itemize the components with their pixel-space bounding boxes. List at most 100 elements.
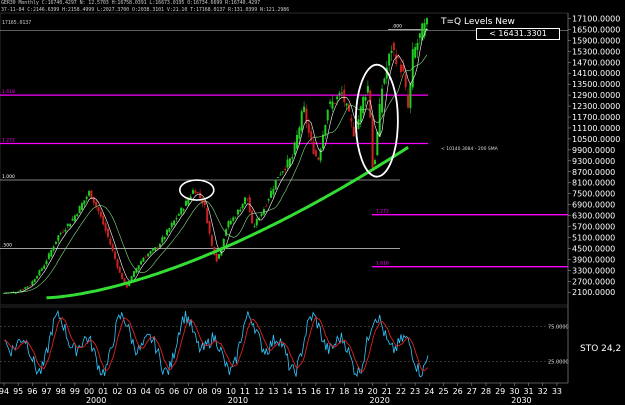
time-tick-label: 29 (495, 387, 505, 396)
candle-body (373, 160, 376, 164)
time-tick-label: 96 (27, 387, 37, 396)
candle-body (57, 235, 60, 241)
candle-body (19, 289, 22, 291)
candle-body (359, 106, 362, 122)
price-tick-label: 9300.0000 (572, 157, 615, 166)
candle-body (137, 265, 140, 270)
candle-body (111, 244, 114, 251)
time-tick-label: 07 (183, 387, 193, 396)
price-tick-label: 6900.0000 (572, 201, 615, 210)
candle-body (156, 247, 159, 249)
candle-body (85, 196, 88, 199)
level-label: 1.618 (376, 261, 389, 267)
level-label: 1.272 (2, 137, 15, 143)
candle-body (343, 89, 346, 103)
candle-body (88, 191, 91, 196)
time-tick-label: 32 (538, 387, 548, 396)
candle-body (407, 94, 410, 108)
candle-body (43, 265, 46, 269)
price-tick-label: 15900.0000 (572, 36, 620, 45)
candle-body (291, 157, 294, 159)
time-tick-label: 03 (127, 387, 137, 396)
price-chart[interactable]: 1.618 1.272 1.000 .500 1.272 1.618 .000 25.000… (0, 0, 625, 405)
candle-body (52, 246, 55, 251)
candle-body (199, 192, 202, 199)
candle-body (331, 101, 334, 109)
candle-body (416, 42, 419, 50)
candle-body (350, 118, 353, 122)
candle-body (184, 200, 187, 206)
price-tick-label: 7500.0000 (572, 190, 615, 199)
candle-body (54, 241, 57, 244)
candle-body (324, 125, 327, 136)
candle-body (239, 209, 242, 212)
candle-body (340, 92, 343, 94)
candle-body (251, 210, 254, 224)
candle-body (192, 190, 195, 194)
price-tick-label: 15300.0000 (572, 47, 620, 56)
time-tick-label: 05 (155, 387, 165, 396)
time-tick-label: 28 (481, 387, 491, 396)
candle-body (66, 223, 69, 226)
candle-body (62, 231, 65, 233)
candle-body (40, 268, 43, 271)
candle-body (317, 157, 320, 160)
price-tick-label: 3900.0000 (572, 255, 615, 264)
time-tick-label: 01 (98, 387, 108, 396)
time-tick-label: 24 (424, 387, 434, 396)
candle-body (121, 273, 124, 280)
candle-body (90, 190, 93, 199)
sto-level-label: 25.0000 (548, 360, 569, 366)
time-tick-label: 23 (410, 387, 420, 396)
candle-body (399, 64, 402, 73)
candle-body (161, 237, 164, 243)
candle-body (312, 141, 315, 155)
price-tick-label: 12300.0000 (572, 102, 620, 111)
candle-body (196, 192, 199, 193)
candle-body (76, 214, 79, 217)
candle-body (286, 159, 289, 168)
candle-body (244, 197, 247, 204)
candle-body (260, 213, 263, 217)
time-tick-label: 16 (311, 387, 321, 396)
time-tick-label: 14 (282, 387, 292, 396)
candle-body (177, 214, 180, 216)
candle-body (376, 131, 379, 156)
time-tick-label: 12 (254, 387, 264, 396)
candle-body (28, 285, 31, 287)
candle-body (47, 253, 50, 259)
candle-body (383, 78, 386, 84)
candle-body (236, 209, 239, 215)
candle-body (222, 238, 225, 247)
price-tick-label: 16500.0000 (572, 25, 620, 34)
time-tick-label: 31 (523, 387, 533, 396)
price-tick-label: 11700.0000 (572, 113, 620, 122)
candle-body (142, 257, 145, 262)
candle-body (352, 126, 355, 137)
time-tick-label: 26 (453, 387, 463, 396)
candle-body (102, 215, 105, 225)
price-tick-label: 14100.0000 (572, 69, 620, 78)
header-indicator-line: 37-11-84 C:2146.6399 H:2158.4999 L:2027.… (1, 7, 290, 13)
candle-body (173, 220, 176, 226)
sto-d-line (3, 316, 429, 372)
time-tick-label: 08 (197, 387, 207, 396)
decade-label: 2020 (370, 396, 390, 405)
candle-body (147, 253, 150, 257)
plot-frame (0, 12, 569, 306)
candle-body (118, 267, 121, 273)
candle-body (265, 205, 268, 207)
candle-body (210, 235, 213, 246)
time-tick-label: 95 (13, 387, 23, 396)
candle-body (194, 190, 197, 194)
candle-body (170, 222, 173, 228)
candle-body (144, 256, 147, 258)
candle-body (31, 281, 34, 286)
candle-body (321, 134, 324, 149)
annotation-circle-2007 (179, 179, 215, 201)
candle-body (307, 123, 310, 133)
level-label: 1.618 (2, 89, 15, 95)
candle-body (241, 203, 244, 209)
candle-body (163, 236, 166, 239)
time-tick-label: 94 (0, 387, 9, 396)
